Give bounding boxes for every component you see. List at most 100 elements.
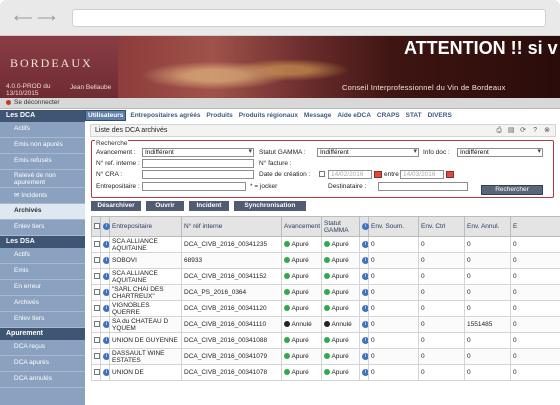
sidebar-item-dca-annules[interactable]: DCA annulés [0, 372, 85, 388]
col-env-ctrl[interactable]: Env. Ctrl [418, 216, 465, 237]
info-icon[interactable]: i [362, 240, 368, 248]
menu-utilisateurs[interactable]: Utilisateurs [85, 110, 127, 121]
info-icon[interactable]: i [103, 256, 109, 264]
table-row[interactable]: i SCA ALLIANCE AQUITAINE DCA_CIVB_2016_003… [91, 236, 560, 253]
search-button[interactable]: Rechercher [481, 185, 543, 195]
ouvrir-button[interactable]: Ouvrir [145, 201, 184, 211]
calendar-to-icon[interactable] [446, 171, 454, 178]
back-arrow-icon[interactable]: ⟵ [14, 10, 33, 26]
info-icon[interactable]: i [362, 336, 368, 344]
table-row[interactable]: i SOBOVI 68933 Apuré Apuré i 0 0 0 0 [91, 252, 560, 269]
menu-produits-regionaux[interactable]: Produits régionaux [237, 111, 300, 120]
table-row[interactable]: i UNION DE DCA_CIVB_2016_00341078 Apuré Ap… [91, 364, 560, 381]
cra-input[interactable] [142, 170, 254, 179]
row-checkbox-cell [91, 236, 101, 253]
help-icon[interactable]: ? [531, 127, 539, 135]
address-bar[interactable] [72, 9, 546, 27]
col-entrepositaire[interactable]: Entrepositaire [109, 216, 182, 237]
table-row[interactable]: i "SARL CHAI DES CHARTREUX" DCA_PS_2016_03… [91, 284, 560, 301]
col-ref-interne[interactable]: N° réf interne [181, 216, 282, 237]
sidebar-item-dca-apures[interactable]: DCA apurés [0, 356, 85, 372]
menu-divers[interactable]: DIVERS [426, 111, 454, 120]
row-checkbox[interactable] [94, 273, 100, 280]
cell-ref-interne: 68933 [181, 252, 282, 269]
table-row[interactable]: i SCA ALLIANCE AQUITAINE DCA_CIVB_2016_003… [91, 268, 560, 285]
sidebar-item-dsa-emis[interactable]: Emis [0, 264, 85, 280]
date-to-input[interactable]: 14/03/2016 [400, 170, 444, 179]
info-icon[interactable]: i [103, 304, 109, 312]
export-icon[interactable]: ▤ [507, 127, 515, 135]
info-icon[interactable]: i [103, 240, 109, 248]
sidebar-item-dca-releve[interactable]: Relevé de non apurement [0, 170, 85, 188]
table-row[interactable]: i DASSAULT WINE ESTATES DCA_CIVB_2016_0034… [91, 348, 560, 365]
row-checkbox[interactable] [94, 305, 100, 312]
row-checkbox[interactable] [94, 337, 100, 344]
disconnect-link[interactable]: Se déconnecter [6, 99, 60, 106]
col-avancement[interactable]: Avancement [281, 216, 322, 237]
desarchiver-button[interactable]: Désarchiver [91, 201, 141, 211]
info-doc-select[interactable]: Indifférent [457, 148, 543, 157]
row-checkbox[interactable] [94, 241, 100, 248]
incident-button[interactable]: Incident [188, 201, 229, 211]
sidebar-item-dca-enlev-tiers[interactable]: Enlev tiers [0, 220, 85, 236]
sidebar-item-dca-incidents[interactable]: ✉ Incidents [0, 188, 85, 204]
sidebar-item-dca-emis-non-apures[interactable]: Emis non apurés [0, 138, 85, 154]
row-checkbox[interactable] [94, 289, 100, 296]
menu-aide[interactable]: Aide eDCA [335, 111, 373, 120]
sidebar-item-dsa-actifs[interactable]: Actifs [0, 248, 85, 264]
row-checkbox[interactable] [94, 353, 100, 360]
synchronisation-button[interactable]: Synchronisation [233, 201, 306, 211]
info-icon[interactable]: i [362, 272, 368, 280]
menu-stat[interactable]: STAT [404, 111, 424, 120]
table-row[interactable]: i SA du CHATEAU D YQUEM DCA_CIVB_2016_0034… [91, 316, 560, 333]
calendar-from-icon[interactable] [374, 171, 382, 178]
cell-env-soum: 0 [368, 268, 419, 285]
sidebar-item-dsa-en-erreur[interactable]: En erreur [0, 280, 85, 296]
menu-message[interactable]: Message [302, 111, 333, 120]
select-all-checkbox[interactable] [94, 223, 100, 230]
sidebar-item-dsa-archives[interactable]: Archivés [0, 296, 85, 312]
sidebar-item-dca-archives[interactable]: Archivés [0, 204, 85, 220]
info-icon[interactable]: i [103, 320, 109, 328]
info-icon[interactable]: i [362, 256, 368, 264]
sidebar-item-dca-actifs[interactable]: Actifs [0, 122, 85, 138]
info-icon[interactable]: i [103, 352, 109, 360]
ref-interne-input[interactable] [142, 159, 254, 168]
destinataire-input[interactable] [378, 182, 468, 191]
col-statut-gamma[interactable]: Statut GAMMA [321, 216, 360, 237]
menu-entrepositaires[interactable]: Entrepositaires agréés [128, 111, 202, 120]
row-checkbox[interactable] [94, 257, 100, 264]
info-icon[interactable]: i [103, 272, 109, 280]
row-checkbox[interactable] [94, 369, 100, 376]
date-from-input[interactable]: 14/02/2016 [328, 170, 372, 179]
col-env-soum[interactable]: Env. Soum. [368, 216, 419, 237]
info-icon[interactable]: i [103, 368, 109, 376]
avancement-select[interactable]: Indifférent [142, 148, 254, 157]
cell-env-ctrl: 0 [418, 300, 465, 317]
col-env-annul[interactable]: Env. Annul. [464, 216, 511, 237]
row-checkbox[interactable] [94, 321, 100, 328]
table-row[interactable]: i UNION DE GUYENNE DCA_CIVB_2016_00341088 … [91, 332, 560, 349]
entrepositaire-input[interactable] [142, 182, 246, 191]
info-icon[interactable]: i [362, 304, 368, 312]
info-icon[interactable]: i [362, 352, 368, 360]
menu-craps[interactable]: CRAPS [375, 111, 402, 120]
cell-ref-interne: DCA_CIVB_2016_00341079 [181, 348, 282, 365]
statut-gamma-select[interactable]: Indifférent [317, 148, 419, 157]
table-row[interactable]: i VIGNOBLES QUERRE DCA_CIVB_2016_00341120 … [91, 300, 560, 317]
sidebar-item-dca-recus[interactable]: DCA reçus [0, 340, 85, 356]
sidebar-item-dca-emis-refuses[interactable]: Emis refusés [0, 154, 85, 170]
print-icon[interactable]: ⎙ [495, 127, 503, 135]
menu-produits[interactable]: Produits [204, 111, 234, 120]
info-icon[interactable]: i [362, 320, 368, 328]
info-icon[interactable]: i [362, 368, 368, 376]
info-icon[interactable]: i [103, 288, 109, 296]
forward-arrow-icon[interactable]: ⟶ [37, 10, 56, 26]
sidebar-item-dsa-enlev-tiers[interactable]: Enlev tiers [0, 312, 85, 328]
info-icon[interactable]: i [362, 288, 368, 296]
info-icon[interactable]: i [103, 336, 109, 344]
close-icon[interactable]: ⊗ [543, 127, 551, 135]
col-e[interactable]: E [510, 216, 560, 237]
date-creation-checkbox[interactable] [319, 171, 325, 177]
refresh-icon[interactable]: ⟳ [519, 127, 527, 135]
